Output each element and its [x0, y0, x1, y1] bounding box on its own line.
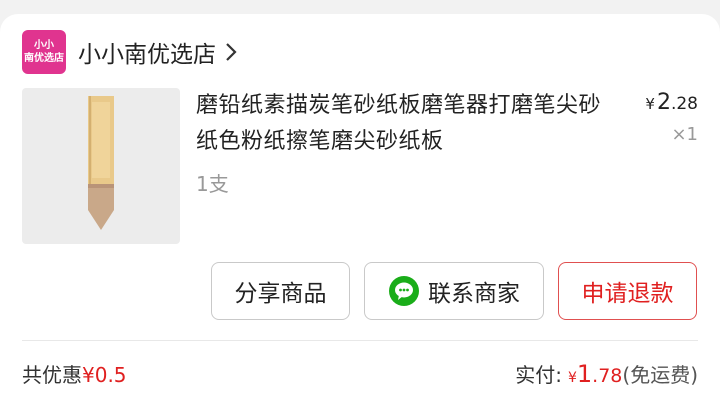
- discount-value: ¥0.5: [82, 362, 127, 387]
- request-refund-button[interactable]: 申请退款: [558, 262, 697, 320]
- paid-amount: 1.78: [577, 360, 623, 388]
- wechat-icon: [389, 276, 419, 306]
- product-title[interactable]: 磨铅纸素描炭笔砂纸板磨笔器打磨笔尖砂纸色粉纸擦笔磨尖砂纸板: [196, 88, 614, 160]
- chevron-right-icon[interactable]: [224, 40, 244, 64]
- product-thumbnail[interactable]: [22, 88, 180, 244]
- product-price: ¥2.28: [645, 90, 698, 115]
- contact-seller-button[interactable]: 联系商家: [364, 262, 544, 320]
- paid-label: 实付:: [515, 362, 562, 387]
- product-quantity: ×1: [671, 124, 698, 145]
- paid-decimal: .78: [592, 364, 623, 387]
- sandpaper-pencil-sharpener-image: [88, 96, 114, 230]
- shop-logo-line1: 小小: [34, 40, 54, 51]
- shop-name[interactable]: 小小南优选店: [78, 35, 216, 69]
- contact-seller-label: 联系商家: [428, 281, 520, 307]
- share-product-button[interactable]: 分享商品: [211, 262, 350, 320]
- request-refund-label: 申请退款: [581, 281, 674, 307]
- shop-logo-line2: 南优选店: [24, 53, 64, 64]
- paid-summary: 实付: ¥1.78(免运费): [515, 359, 698, 388]
- shop-logo[interactable]: 小小 南优选店: [22, 30, 66, 74]
- paid-integer: 1: [576, 359, 593, 388]
- shipping-note: (免运费): [622, 362, 698, 387]
- price-currency: ¥: [645, 95, 655, 113]
- discount-summary: 共优惠¥0.5: [22, 359, 127, 388]
- footer-divider: [22, 340, 698, 341]
- order-footer: 共优惠¥0.5 实付: ¥1.78(免运费): [22, 358, 698, 388]
- discount-prefix: 共优惠: [22, 362, 82, 387]
- product-spec: 1支: [196, 172, 229, 196]
- shop-header[interactable]: 小小 南优选店 小小南优选店: [22, 30, 244, 74]
- paid-currency: ¥: [567, 369, 577, 386]
- share-product-label: 分享商品: [234, 281, 327, 307]
- price-integer: 2: [656, 90, 671, 115]
- price-decimal: .28: [670, 94, 698, 114]
